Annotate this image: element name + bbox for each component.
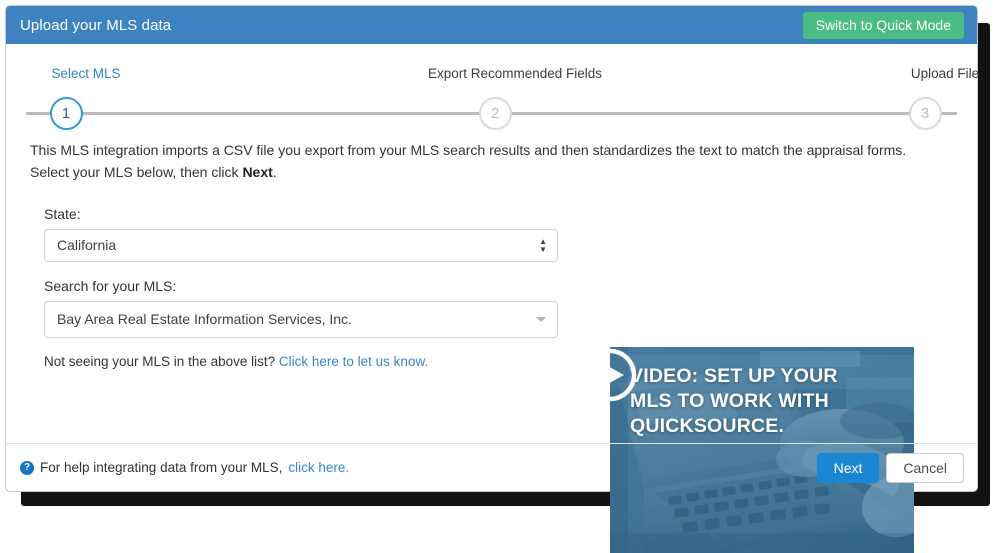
mls-search-label: Search for your MLS: xyxy=(44,278,177,294)
video-caption: VIDEO: SET UP YOUR MLS TO WORK WITH QUIC… xyxy=(630,365,838,437)
step-node-2[interactable]: 2 xyxy=(478,97,512,130)
modal-body: This MLS integration imports a CSV file … xyxy=(6,139,977,553)
modal-header: Upload your MLS data Switch to Quick Mod… xyxy=(6,6,977,44)
intro-paragraph: This MLS integration imports a CSV file … xyxy=(30,139,957,183)
not-seeing-mls-note: Not seeing your MLS in the above list? C… xyxy=(44,354,559,369)
intro-line-2-after: . xyxy=(272,164,277,180)
step-label-select-mls[interactable]: Select MLS xyxy=(51,66,120,81)
cancel-button[interactable]: Cancel xyxy=(886,452,964,483)
state-select-wrap: California ▲ ▼ xyxy=(44,229,559,262)
modal-title: Upload your MLS data xyxy=(20,16,172,34)
not-seeing-text: Not seeing your MLS in the above list? xyxy=(44,354,279,369)
modal-footer: ? For help integrating data from your ML… xyxy=(6,443,977,491)
mls-form: State: California ▲ ▼ Search for your MLS… xyxy=(44,206,559,369)
step-node-1[interactable]: 1 xyxy=(49,97,83,130)
step-node-3[interactable]: 3 xyxy=(908,97,942,130)
next-emphasis: Next xyxy=(242,164,273,180)
help-note-text: For help integrating data from your MLS, xyxy=(40,460,283,475)
switch-to-quick-mode-button[interactable]: Switch to Quick Mode xyxy=(802,12,964,39)
step-label-upload-file: Upload File xyxy=(910,66,980,81)
help-note: ? For help integrating data from your ML… xyxy=(6,460,349,475)
footer-buttons: Next Cancel xyxy=(816,452,964,483)
upload-mls-modal: Upload your MLS data Switch to Quick Mod… xyxy=(5,5,979,553)
mls-select-wrap: Bay Area Real Estate Information Service… xyxy=(44,301,559,338)
play-icon[interactable] xyxy=(610,347,638,403)
step-label-export-fields: Export Recommended Fields xyxy=(427,66,603,81)
intro-line-2-before: Select your MLS below, then click xyxy=(30,164,243,180)
next-button[interactable]: Next xyxy=(816,452,880,483)
help-click-here-link[interactable]: click here. xyxy=(288,460,349,475)
step-labels: Select MLS Export Recommended Fields Upl… xyxy=(26,44,979,90)
question-circle-icon: ? xyxy=(20,460,34,475)
state-label: State: xyxy=(44,206,81,222)
intro-line-1: This MLS integration imports a CSV file … xyxy=(30,142,907,158)
state-select[interactable]: California xyxy=(44,229,558,262)
wizard-stepper: Select MLS Export Recommended Fields Upl… xyxy=(6,44,979,139)
let-us-know-link[interactable]: Click here to let us know. xyxy=(279,354,428,369)
mls-select[interactable]: Bay Area Real Estate Information Service… xyxy=(44,301,558,338)
